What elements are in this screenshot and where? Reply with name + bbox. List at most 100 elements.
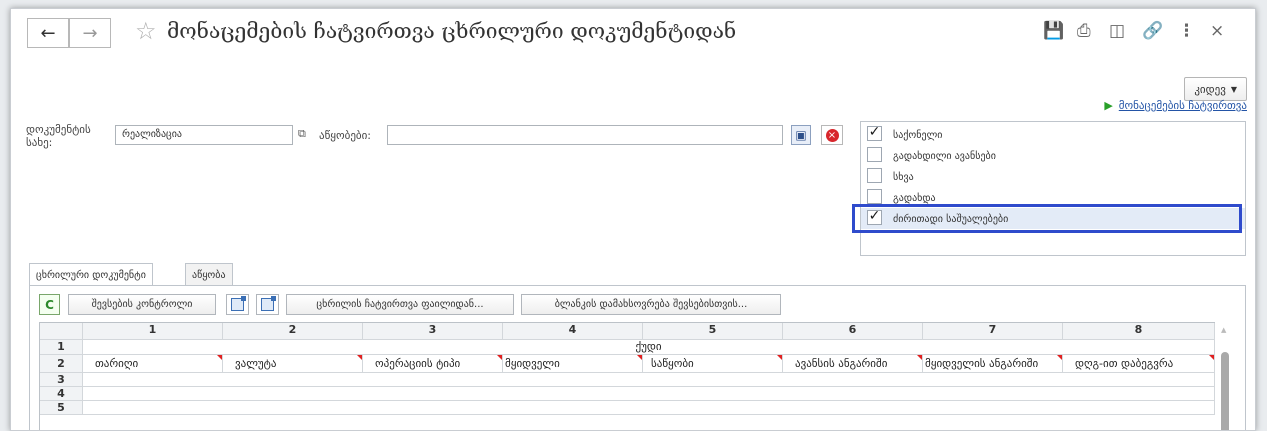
cell-text: მყიდველი xyxy=(505,357,560,370)
selection-highlight-box xyxy=(852,204,1242,233)
checklist-item-label: გადახდილი ავანსები xyxy=(893,151,996,162)
tab-settings[interactable]: აწყობა xyxy=(185,263,233,286)
row-header[interactable]: 1 xyxy=(40,340,83,355)
doc-type-field[interactable]: რეალიზაცია xyxy=(115,125,293,145)
comment-marker-icon xyxy=(917,355,922,360)
preview-icon[interactable]: ◫ xyxy=(1109,21,1125,41)
close-icon[interactable]: × xyxy=(1210,21,1224,41)
grid-cell[interactable]: თარიღი xyxy=(83,355,223,373)
grid-cell[interactable]: დღგ-ით დაბეგვრა xyxy=(1063,355,1215,373)
row-header[interactable]: 3 xyxy=(40,373,83,387)
column-header[interactable]: 4 xyxy=(503,323,643,340)
back-button[interactable]: ← xyxy=(27,18,69,48)
checklist-item-label: გადახდა xyxy=(893,193,936,204)
checklist-item-label: სხვა xyxy=(893,172,914,183)
spreadsheet-grid[interactable]: 1 2 3 4 5 6 7 8 1 2 3 4 5 ქუდი თარიღი ვა… xyxy=(39,322,1215,430)
chevron-down-icon: ▼ xyxy=(1230,84,1237,94)
grid-row-empty[interactable] xyxy=(83,373,1215,387)
load-from-file-button[interactable]: ცხრილის ჩატვირთვა ფაილიდან... xyxy=(286,294,514,315)
more-button[interactable]: კიდევ ▼ xyxy=(1184,77,1247,101)
play-icon: ▶ xyxy=(1104,99,1113,112)
spreadsheet-panel: C შევსების კონტროლი ცხრილის ჩატვირთვა ფა… xyxy=(29,285,1246,430)
column-header[interactable]: 6 xyxy=(783,323,923,340)
group-header-cell[interactable]: ქუდი xyxy=(83,340,1215,355)
grid-corner xyxy=(40,323,83,340)
more-button-label: კიდევ xyxy=(1194,82,1226,96)
settings-field[interactable] xyxy=(387,125,783,145)
cell-text: ოპერაციის ტიპი xyxy=(375,357,461,370)
cancel-icon: × xyxy=(825,128,839,142)
comment-marker-icon xyxy=(777,355,782,360)
refresh-icon: C xyxy=(45,297,54,312)
doc-type-label: დოკუმენტის სახე: xyxy=(26,123,91,149)
row-header[interactable]: 2 xyxy=(40,355,83,373)
column-header[interactable]: 5 xyxy=(643,323,783,340)
grid-cell[interactable]: ოპერაციის ტიპი xyxy=(363,355,503,373)
main-window: ← → ☆ მონაცემების ჩატვირთვა ცხრილური დოკ… xyxy=(10,8,1256,431)
checkbox-checked[interactable]: ✓ xyxy=(867,125,882,141)
grid-row-empty[interactable] xyxy=(83,387,1215,401)
grid-cell[interactable]: საწყობი xyxy=(643,355,783,373)
checklist-item[interactable]: სხვა xyxy=(861,166,1245,187)
arrow-right-icon: → xyxy=(82,22,98,44)
grid-cell[interactable]: მყიდველის ანგარიში xyxy=(923,355,1063,373)
link-icon[interactable]: 🔗 xyxy=(1142,21,1163,41)
more-vert-icon[interactable]: ⋮ xyxy=(1178,21,1195,41)
grid-row-empty[interactable] xyxy=(83,401,1215,415)
favorite-star-icon[interactable]: ☆ xyxy=(135,17,157,45)
column-header[interactable]: 7 xyxy=(923,323,1063,340)
column-header[interactable]: 2 xyxy=(223,323,363,340)
title-bar: ← → ☆ მონაცემების ჩატვირთვა ცხრილური დოკ… xyxy=(11,9,1255,55)
save-icon[interactable]: 💾 xyxy=(1043,21,1064,41)
column-header[interactable]: 8 xyxy=(1063,323,1215,340)
comment-marker-icon xyxy=(1209,355,1214,360)
forward-button[interactable]: → xyxy=(69,18,111,48)
arrow-left-icon: ← xyxy=(40,22,56,44)
cell-text: თარიღი xyxy=(95,357,139,370)
section-checklist: ✓ საქონელი გადახდილი ავანსები სხვა გადახ… xyxy=(860,121,1246,256)
checklist-item[interactable]: გადახდილი ავანსები xyxy=(861,145,1245,166)
comment-marker-icon xyxy=(217,355,222,360)
print-icon[interactable]: ⎙ xyxy=(1077,21,1091,41)
save-template-button[interactable]: ბლანკის დამახსოვრება შევსებისთვის... xyxy=(521,294,781,315)
comment-marker-icon xyxy=(357,355,362,360)
export-button[interactable] xyxy=(226,294,249,315)
import-button[interactable] xyxy=(256,294,279,315)
row-header[interactable]: 5 xyxy=(40,401,83,415)
settings-label: აწყობები: xyxy=(319,129,371,142)
export-icon xyxy=(231,296,246,311)
cell-text: ავანსის ანგარიში xyxy=(795,357,888,370)
check-fill-button[interactable]: შევსების კონტროლი xyxy=(68,294,216,315)
comment-marker-icon xyxy=(637,355,642,360)
checklist-item-label: საქონელი xyxy=(893,130,943,141)
load-data-link-label: მონაცემების ჩატვირთვა xyxy=(1118,99,1247,112)
checklist-item[interactable]: ✓ საქონელი xyxy=(861,124,1245,145)
refresh-button[interactable]: C xyxy=(39,294,60,315)
tab-spreadsheet[interactable]: ცხრილური დოკუმენტი xyxy=(29,263,153,287)
comment-marker-icon xyxy=(1057,355,1062,360)
checkbox[interactable] xyxy=(867,147,882,162)
cell-text: დღგ-ით დაბეგვრა xyxy=(1075,357,1174,370)
column-header[interactable]: 3 xyxy=(363,323,503,340)
load-data-link[interactable]: ▶ მონაცემების ჩატვირთვა xyxy=(1104,99,1247,112)
checkbox[interactable] xyxy=(867,168,882,183)
column-header[interactable]: 1 xyxy=(83,323,223,340)
grid-cell[interactable]: ავანსის ანგარიში xyxy=(783,355,923,373)
vertical-scrollbar[interactable]: ▲ xyxy=(1218,322,1232,430)
comment-marker-icon xyxy=(497,355,502,360)
window-title: მონაცემების ჩატვირთვა ცხრილური დოკუმენტი… xyxy=(167,19,737,43)
cell-text: საწყობი xyxy=(651,357,694,370)
checkbox[interactable] xyxy=(867,189,882,204)
scroll-up-icon[interactable]: ▲ xyxy=(1221,326,1226,334)
import-icon xyxy=(261,296,276,311)
delete-settings-button[interactable]: × xyxy=(821,125,843,145)
cell-text: ვალუტა xyxy=(235,357,277,370)
cell-text: მყიდველის ანგარიში xyxy=(925,357,1039,370)
grid-cell[interactable]: ვალუტა xyxy=(223,355,363,373)
floppy-icon: ▣ xyxy=(795,128,807,142)
row-header[interactable]: 4 xyxy=(40,387,83,401)
save-settings-button[interactable]: ▣ xyxy=(791,125,811,145)
scrollbar-thumb[interactable] xyxy=(1221,352,1229,430)
open-field-icon[interactable]: ⧉ xyxy=(298,127,306,141)
grid-cell[interactable]: მყიდველი xyxy=(503,355,643,373)
